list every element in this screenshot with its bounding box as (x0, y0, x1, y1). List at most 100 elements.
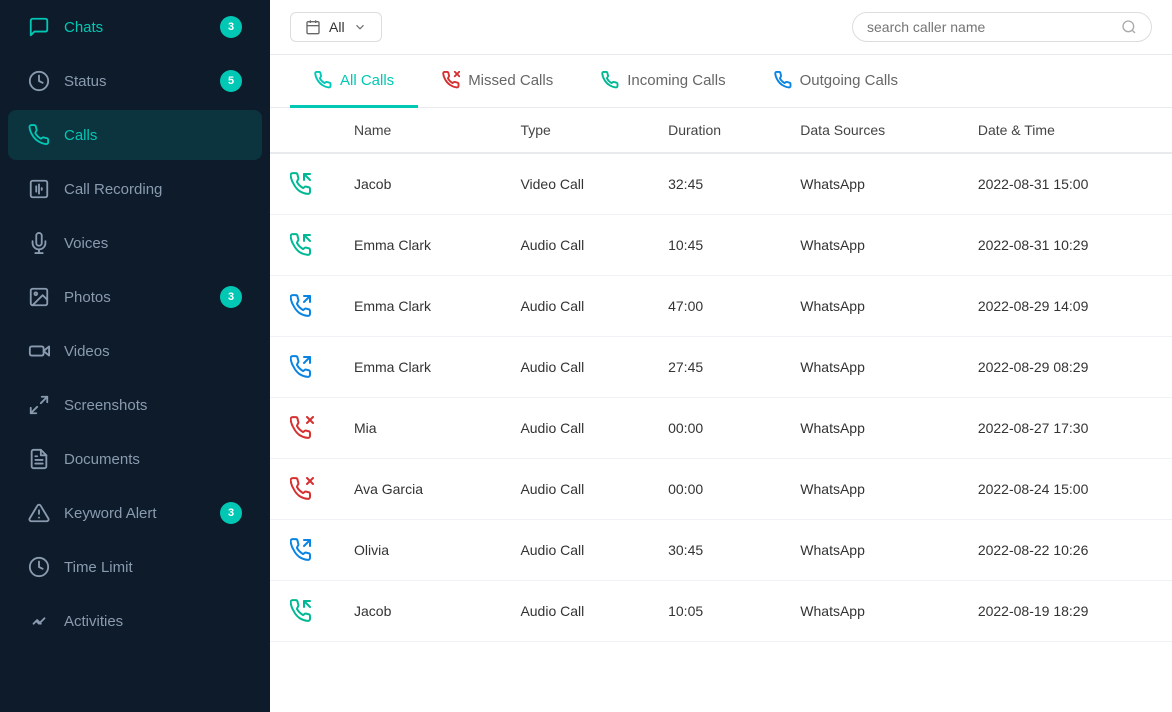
outgoing-call-icon (290, 355, 314, 379)
call-duration: 32:45 (648, 153, 780, 215)
call-type-icon-cell (270, 459, 334, 520)
tab-label: Incoming Calls (627, 72, 725, 89)
voice-icon (28, 232, 50, 254)
sidebar-item-videos[interactable]: Videos (8, 326, 262, 376)
calls-table-container: Name Type Duration Data Sources Date & T… (270, 108, 1172, 712)
col-type: Type (500, 108, 648, 153)
call-source: WhatsApp (780, 276, 958, 337)
table-row: Emma Clark Audio Call 27:45 WhatsApp 202… (270, 337, 1172, 398)
call-duration: 10:05 (648, 581, 780, 642)
sidebar-item-label: Calls (64, 127, 242, 144)
main-content: All All Calls Missed Calls (270, 0, 1172, 712)
table-row: Jacob Audio Call 10:05 WhatsApp 2022-08-… (270, 581, 1172, 642)
sidebar-item-label: Call Recording (64, 181, 242, 198)
sidebar-item-documents[interactable]: Documents (8, 434, 262, 484)
sidebar-item-voices[interactable]: Voices (8, 218, 262, 268)
table-row: Jacob Video Call 32:45 WhatsApp 2022-08-… (270, 153, 1172, 215)
col-datetime: Date & Time (958, 108, 1172, 153)
missed-call-icon (290, 416, 314, 440)
sidebar-item-label: Videos (64, 343, 242, 360)
tab-incoming-calls[interactable]: Incoming Calls (577, 55, 749, 108)
table-row: Emma Clark Audio Call 10:45 WhatsApp 202… (270, 215, 1172, 276)
sidebar-item-label: Keyword Alert (64, 505, 220, 522)
sidebar-item-calls[interactable]: Calls (8, 110, 262, 160)
tab-outgoing-calls[interactable]: Outgoing Calls (750, 55, 922, 108)
call-type: Audio Call (500, 337, 648, 398)
sidebar-item-label: Status (64, 73, 220, 90)
tab-label: Outgoing Calls (800, 72, 898, 89)
call-duration: 10:45 (648, 215, 780, 276)
sidebar-item-label: Photos (64, 289, 220, 306)
chat-icon (28, 16, 50, 38)
sidebar-item-label: Screenshots (64, 397, 242, 414)
call-name: Olivia (334, 520, 500, 581)
sidebar-item-label: Time Limit (64, 559, 242, 576)
table-row: Mia Audio Call 00:00 WhatsApp 2022-08-27… (270, 398, 1172, 459)
video-icon (28, 340, 50, 362)
table-row: Ava Garcia Audio Call 00:00 WhatsApp 202… (270, 459, 1172, 520)
call-datetime: 2022-08-31 10:29 (958, 215, 1172, 276)
call-type: Video Call (500, 153, 648, 215)
col-duration: Duration (648, 108, 780, 153)
table-row: Emma Clark Audio Call 47:00 WhatsApp 202… (270, 276, 1172, 337)
call-type: Audio Call (500, 581, 648, 642)
incoming-call-icon (290, 172, 314, 196)
record-icon (28, 178, 50, 200)
sidebar-item-photos[interactable]: Photos 3 (8, 272, 262, 322)
call-source: WhatsApp (780, 520, 958, 581)
sidebar-item-chats[interactable]: Chats 3 (8, 2, 262, 52)
call-name: Jacob (334, 581, 500, 642)
sidebar-item-label: Documents (64, 451, 242, 468)
call-source: WhatsApp (780, 215, 958, 276)
sidebar-item-label: Chats (64, 19, 220, 36)
tabs: All Calls Missed Calls Incoming Calls Ou… (270, 55, 1172, 108)
call-type-icon-cell (270, 398, 334, 459)
tab-all-calls[interactable]: All Calls (290, 55, 418, 108)
call-datetime: 2022-08-22 10:26 (958, 520, 1172, 581)
tab-label: Missed Calls (468, 72, 553, 89)
call-type-icon-cell (270, 581, 334, 642)
call-datetime: 2022-08-27 17:30 (958, 398, 1172, 459)
tab-missed-calls[interactable]: Missed Calls (418, 55, 577, 108)
outgoing-call-icon (290, 538, 314, 562)
search-box[interactable] (852, 12, 1152, 42)
search-input[interactable] (867, 19, 1113, 35)
date-filter[interactable]: All (290, 12, 382, 42)
search-icon (1121, 19, 1137, 35)
call-type-icon-cell (270, 337, 334, 398)
sidebar-item-activities[interactable]: Activities (8, 596, 262, 646)
call-name: Mia (334, 398, 500, 459)
call-source: WhatsApp (780, 581, 958, 642)
all-calls-icon (314, 71, 332, 89)
chevron-down-icon (353, 20, 367, 34)
clock-icon (28, 556, 50, 578)
call-duration: 30:45 (648, 520, 780, 581)
sidebar-item-keyword-alert[interactable]: Keyword Alert 3 (8, 488, 262, 538)
call-type-icon-cell (270, 153, 334, 215)
call-name: Emma Clark (334, 215, 500, 276)
call-duration: 00:00 (648, 459, 780, 520)
call-source: WhatsApp (780, 459, 958, 520)
screenshot-icon (28, 394, 50, 416)
call-name: Ava Garcia (334, 459, 500, 520)
sidebar-item-screenshots[interactable]: Screenshots (8, 380, 262, 430)
col-icon (270, 108, 334, 153)
call-type: Audio Call (500, 276, 648, 337)
outgoing-calls-icon (774, 71, 792, 89)
sidebar: Chats 3 Status 5 Calls Call Recording (0, 0, 270, 712)
call-type-icon-cell (270, 215, 334, 276)
call-datetime: 2022-08-29 08:29 (958, 337, 1172, 398)
filter-label: All (329, 19, 345, 35)
incoming-call-icon (290, 599, 314, 623)
call-source: WhatsApp (780, 398, 958, 459)
call-duration: 27:45 (648, 337, 780, 398)
tab-label: All Calls (340, 72, 394, 89)
sidebar-item-time-limit[interactable]: Time Limit (8, 542, 262, 592)
call-duration: 47:00 (648, 276, 780, 337)
sidebar-item-status[interactable]: Status 5 (8, 56, 262, 106)
sidebar-item-call-recording[interactable]: Call Recording (8, 164, 262, 214)
call-name: Emma Clark (334, 337, 500, 398)
chats-badge: 3 (220, 16, 242, 38)
call-datetime: 2022-08-29 14:09 (958, 276, 1172, 337)
call-type: Audio Call (500, 398, 648, 459)
